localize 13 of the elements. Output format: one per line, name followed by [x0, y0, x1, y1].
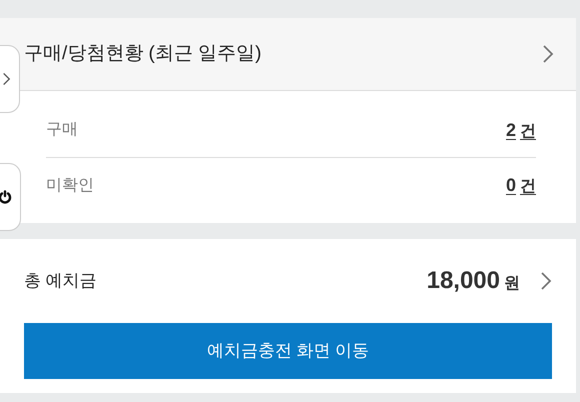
- count-link[interactable]: 2 건: [506, 116, 536, 144]
- deposit-label: 총 예치금: [24, 270, 97, 292]
- power-icon: [0, 190, 12, 204]
- deposit-amount: 18,000 원: [426, 266, 520, 296]
- row-label: 구매: [46, 120, 78, 140]
- count-link[interactable]: 0 건: [506, 172, 536, 199]
- charge-button[interactable]: 예치금충전 화면 이동: [24, 323, 552, 379]
- summary-header[interactable]: 구매/당첨현황 (최근 일주일): [0, 18, 576, 91]
- row-label: 미확인: [46, 176, 94, 196]
- chevron-right-icon: [2, 72, 11, 86]
- chevron-right-icon: [540, 271, 552, 291]
- summary-title: 구매/당첨현황 (최근 일주일): [24, 42, 262, 66]
- chevron-right-icon: [542, 44, 554, 64]
